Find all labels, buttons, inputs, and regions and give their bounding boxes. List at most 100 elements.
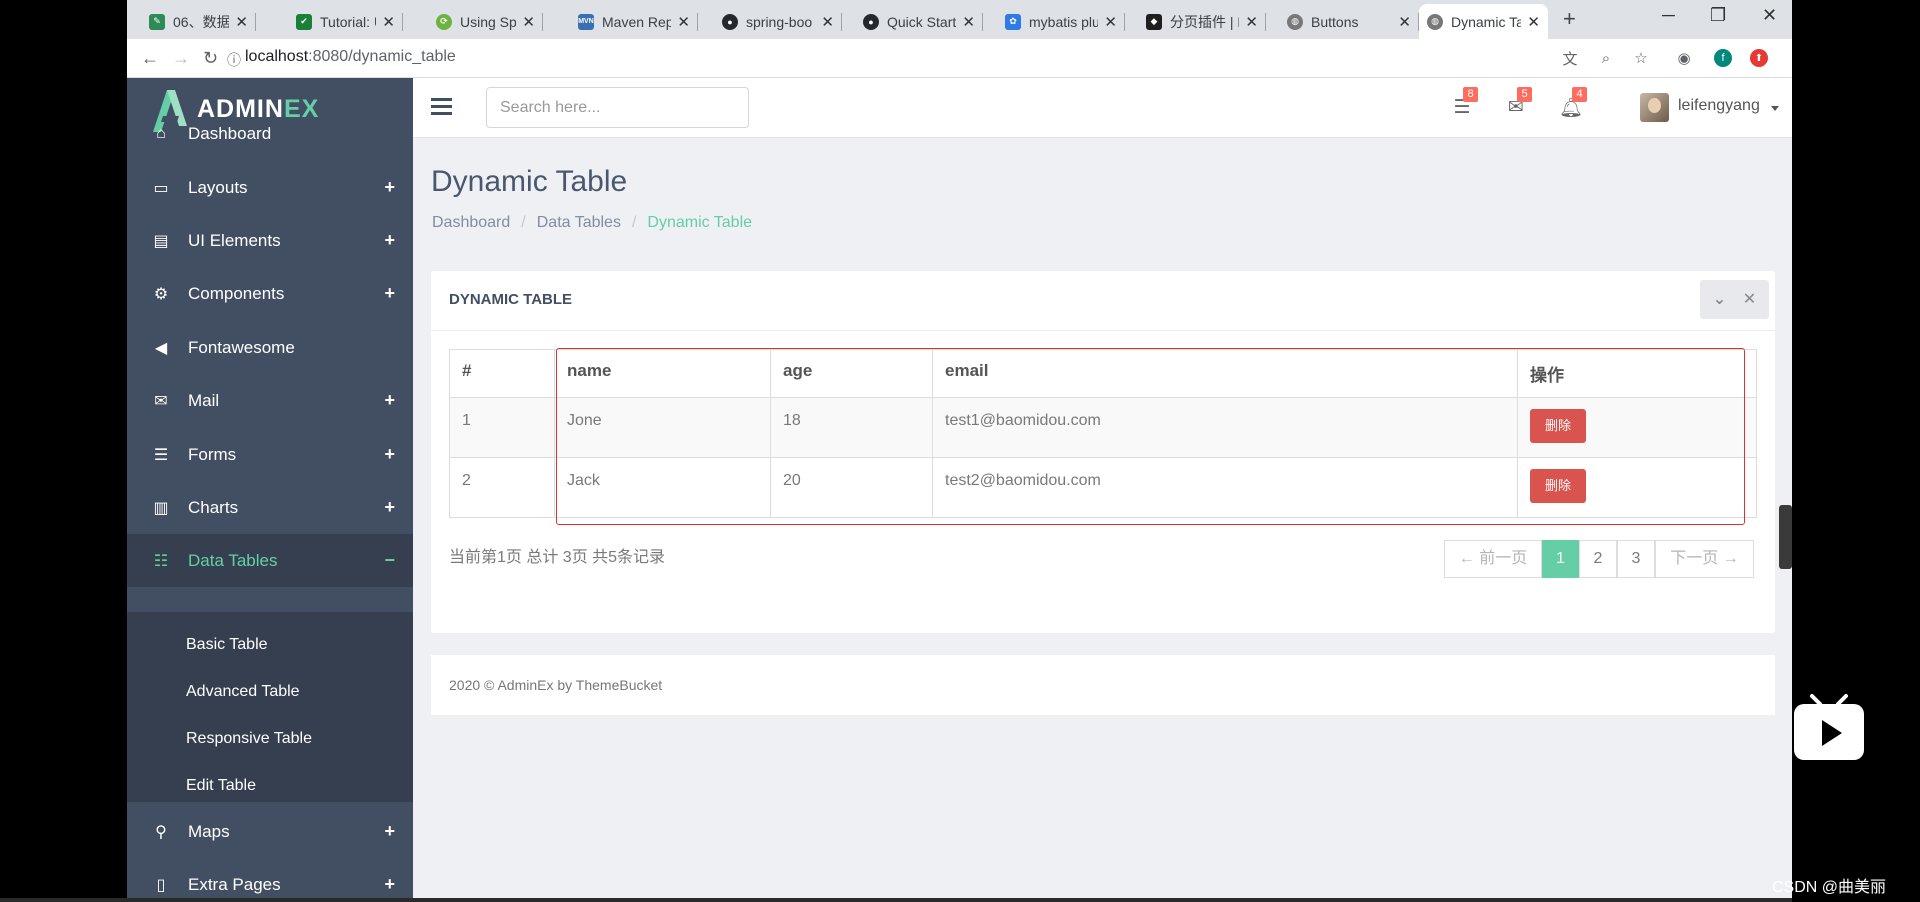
breadcrumb-data-tables[interactable]: Data Tables	[537, 214, 621, 232]
close-icon[interactable]: ✕	[677, 13, 690, 31]
pagination-page-1[interactable]: 1	[1542, 540, 1579, 578]
video-progress-bar[interactable]	[0, 898, 1792, 902]
sidebar-item-extra-pages[interactable]: ▯ Extra Pages +	[127, 858, 413, 902]
envelope-icon: ✉	[154, 392, 168, 410]
browser-tab[interactable]: ● spring-boo ✕	[714, 4, 842, 39]
delete-button[interactable]: 删除	[1530, 469, 1586, 503]
sidebar-item-data-tables[interactable]: ☷ Data Tables −	[127, 534, 413, 587]
menu-toggle-icon[interactable]	[431, 98, 452, 115]
breadcrumb-dashboard[interactable]: Dashboard	[432, 214, 510, 232]
browser-tab[interactable]: ◍ Buttons ✕	[1279, 4, 1419, 39]
bookmark-star-icon[interactable]: ☆	[1632, 49, 1650, 67]
mail-icon[interactable]: ✉ 5	[1504, 87, 1532, 118]
browser-tab[interactable]: ⟳ Using Sprin ✕	[428, 4, 543, 39]
column-header[interactable]: name	[554, 349, 771, 398]
sidebar-item-maps[interactable]: ⚲ Maps +	[127, 805, 413, 858]
column-header[interactable]: #	[449, 349, 555, 398]
pagination-next[interactable]: 下一页 →	[1655, 540, 1754, 578]
spring-icon: ⟳	[436, 13, 452, 30]
restore-button[interactable]: ❐	[1710, 5, 1726, 26]
expand-icon: +	[384, 497, 395, 517]
column-header[interactable]: email	[932, 349, 1518, 398]
collapse-icon: −	[384, 550, 395, 570]
extension-icon[interactable]: ◉	[1675, 49, 1693, 67]
sidebar-item-mail[interactable]: ✉ Mail +	[127, 374, 413, 427]
sidebar-item-ui-elements[interactable]: ▤ UI Elements +	[127, 214, 413, 267]
mail-badge: 5	[1517, 87, 1532, 102]
close-icon[interactable]: ✕	[962, 13, 975, 31]
submenu-item-basic-table[interactable]: Basic Table	[186, 636, 268, 654]
sidebar-item-forms[interactable]: ☰ Forms +	[127, 428, 413, 481]
close-icon[interactable]: ✕	[1730, 280, 1769, 319]
window-close-button[interactable]: ✕	[1762, 5, 1777, 26]
play-button-icon[interactable]	[1792, 692, 1866, 762]
notifications-badge: 4	[1572, 87, 1587, 102]
submenu-item-responsive-table[interactable]: Responsive Table	[186, 730, 312, 748]
close-icon[interactable]: ✕	[1398, 13, 1411, 31]
pagination-page-2[interactable]: 2	[1579, 540, 1617, 578]
close-icon[interactable]: ✕	[1104, 13, 1117, 31]
browser-tab[interactable]: ✔ Tutorial: Us ✕	[288, 4, 403, 39]
table-row: 2 Jack 20 test2@baomidou.com 删除	[449, 457, 1757, 518]
close-icon[interactable]: ✕	[1245, 13, 1258, 31]
close-icon[interactable]: ✕	[1527, 13, 1540, 31]
forward-icon[interactable]: →	[172, 48, 190, 69]
pagination-page-3[interactable]: 3	[1617, 540, 1655, 578]
tasks-icon[interactable]: ☰ 8	[1450, 87, 1478, 118]
panel-title: DYNAMIC TABLE	[449, 291, 573, 308]
expand-icon: +	[384, 444, 395, 464]
browser-tab[interactable]: ◆ 分页插件 | M ✕	[1138, 4, 1266, 39]
browser-tab-active[interactable]: ◍ Dynamic Ta ✕	[1419, 4, 1548, 39]
panel-header: DYNAMIC TABLE ⌄ ✕	[431, 271, 1775, 331]
minimize-button[interactable]: ─	[1662, 5, 1675, 26]
sidebar-item-charts[interactable]: ▥ Charts +	[127, 481, 413, 534]
url-field[interactable]: localhost:8080/dynamic_table	[245, 48, 456, 66]
sidebar-item-dashboard[interactable]: ⌂ Dashboard	[127, 107, 413, 160]
column-header[interactable]: 操作	[1517, 349, 1757, 398]
top-header: ☰ 8 ✉ 5 🔔︎ 4 leifengyang	[413, 78, 1792, 138]
username[interactable]: leifengyang	[1678, 97, 1760, 115]
bell-icon[interactable]: 🔔︎ 4	[1559, 87, 1587, 119]
reload-icon[interactable]: ↻	[203, 48, 218, 69]
zoom-icon[interactable]: ⌕	[1597, 49, 1615, 67]
dynamic-table-panel: DYNAMIC TABLE ⌄ ✕ # name age email 操作 1 …	[431, 271, 1775, 633]
map-marker-icon: ⚲	[155, 823, 167, 841]
file-icon: ▯	[156, 876, 166, 894]
new-tab-button[interactable]: +	[1563, 6, 1576, 32]
close-icon[interactable]: ✕	[382, 13, 395, 31]
close-icon[interactable]: ✕	[522, 13, 535, 31]
sidebar-item-components[interactable]: ⚙ Components +	[127, 267, 413, 320]
browser-tab[interactable]: ✎ 06、数据访问 ✕	[141, 4, 256, 39]
addon-icon[interactable]: ⬆	[1750, 49, 1768, 67]
close-icon[interactable]: ✕	[821, 13, 834, 31]
cell-age: 20	[770, 457, 933, 518]
browser-tab[interactable]: ● Quick Start ✕	[855, 4, 983, 39]
laptop-icon: ▭	[153, 179, 169, 197]
cell-email: test1@baomidou.com	[932, 397, 1518, 458]
sidebar-item-layouts[interactable]: ▭ Layouts +	[127, 161, 413, 214]
back-icon[interactable]: ←	[141, 48, 159, 69]
chevron-down-icon[interactable]	[1771, 106, 1779, 111]
column-header[interactable]: age	[770, 349, 933, 398]
submenu-item-advanced-table[interactable]: Advanced Table	[186, 683, 300, 701]
cell-id: 2	[449, 457, 555, 518]
expand-icon: +	[384, 390, 395, 410]
github-icon: ●	[722, 13, 738, 30]
cell-name: Jone	[554, 397, 771, 458]
bar-chart-icon: ▥	[153, 499, 169, 517]
browser-tab[interactable]: ✿ mybatis plu ✕	[997, 4, 1125, 39]
pagination-prev[interactable]: ← 前一页	[1444, 540, 1542, 578]
delete-button[interactable]: 删除	[1530, 409, 1586, 443]
close-icon[interactable]: ✕	[235, 13, 248, 31]
browser-tab[interactable]: MVN Maven Rep ✕	[570, 4, 698, 39]
translate-icon[interactable]: 文	[1561, 49, 1579, 68]
sidebar-item-fontawesome[interactable]: ◀ Fontawesome	[127, 321, 413, 374]
info-icon[interactable]: ⓘ	[227, 50, 241, 70]
cell-action: 删除	[1517, 457, 1757, 518]
github-icon: ●	[863, 13, 879, 30]
scrollbar-handle[interactable]	[1779, 505, 1792, 569]
submenu-item-edit-table[interactable]: Edit Table	[186, 777, 256, 795]
avatar[interactable]	[1640, 93, 1669, 122]
search-input[interactable]	[486, 87, 749, 128]
profile-icon[interactable]: f	[1714, 49, 1732, 67]
